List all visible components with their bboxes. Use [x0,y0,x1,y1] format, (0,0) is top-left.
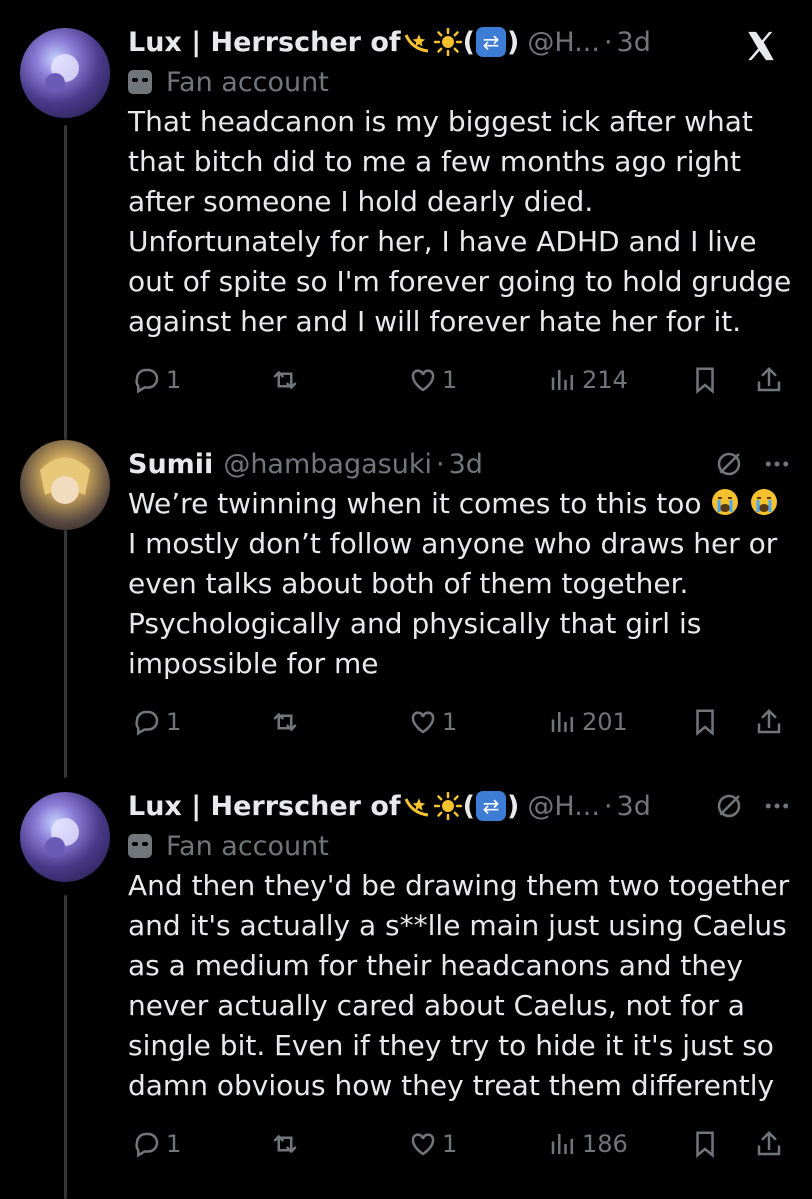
tweet-top-actions [714,786,792,826]
dizzy-comet-emoji [404,34,428,53]
sun-emoji [433,28,462,56]
like-icon [411,369,435,392]
tweet-actions: 1 1 201 [128,702,788,742]
like-count: 1 [442,1130,458,1158]
name-paren: ) [507,26,520,58]
x-logo-icon[interactable] [744,26,778,66]
reply-button[interactable]: 1 [132,1124,181,1164]
share-button[interactable] [754,702,784,742]
handle[interactable]: @H... [527,27,600,58]
bookmark-icon [696,1131,714,1158]
like-count: 1 [442,708,458,736]
like-button[interactable]: 1 [408,702,457,742]
bookmark-button[interactable] [690,360,720,400]
repost-button[interactable] [270,702,300,742]
timestamp[interactable]: 3d [617,27,651,58]
repost-icon [273,370,297,390]
timestamp[interactable]: 3d [449,449,483,480]
repost-icon [273,712,297,732]
tweet-top-actions [714,444,792,484]
views-button[interactable]: 186 [548,1124,628,1164]
dizzy-comet-emoji [404,798,428,817]
name-paren: ( [462,790,476,822]
tweet-header: Lux | Herrscher of ( ⇄ ) @H... · 3d [128,786,792,826]
separator: · [603,790,613,822]
name-paren: ) [507,790,520,822]
repost-icon [273,1134,297,1154]
tweet-text: And then they'd be drawing them two toge… [128,869,790,1102]
reply-button[interactable]: 1 [132,702,181,742]
fan-account-text: Fan account [166,66,329,98]
avatar[interactable] [20,440,110,530]
tweet-text-part: I mostly don’t follow anyone who draws h… [128,527,778,680]
bookmark-icon [696,367,714,394]
reply-button[interactable]: 1 [132,360,181,400]
grok-slash-icon[interactable] [714,449,744,479]
repeat-emoji: ⇄ [476,791,507,821]
crying-emoji [751,489,778,515]
view-count: 186 [582,1130,628,1158]
like-button[interactable]: 1 [408,360,457,400]
views-button[interactable]: 214 [548,360,628,400]
tweet-text: We’re twinning when it comes to this too… [128,484,792,684]
views-icon [551,370,573,390]
separator: · [435,448,445,480]
bookmark-button[interactable] [690,702,720,742]
share-button[interactable] [754,1124,784,1164]
bookmark-icon [696,709,714,736]
fan-account-label: Fan account [128,826,792,866]
thread-line [64,530,67,778]
share-icon [757,366,781,392]
like-icon [411,711,435,734]
handle[interactable]: @H... [527,791,600,822]
reply-icon [135,368,159,394]
fan-account-icon [128,834,152,858]
repost-button[interactable] [270,360,300,400]
share-icon [757,708,781,734]
share-button[interactable] [754,360,784,400]
views-icon [551,712,573,732]
like-icon [411,1133,435,1156]
tweet-header: Sumii @hambagasuki · 3d [128,444,792,484]
display-name[interactable]: Lux | Herrscher of [128,27,401,58]
reply-count: 1 [166,708,182,736]
grok-slash-icon[interactable] [714,791,744,821]
thread-line [64,125,67,440]
view-count: 201 [582,708,628,736]
views-icon [551,1134,573,1154]
display-name[interactable]: Lux | Herrscher of [128,791,401,822]
share-icon [757,1130,781,1156]
timestamp[interactable]: 3d [617,791,651,822]
separator: · [603,26,613,58]
sun-emoji [433,792,462,820]
fan-account-text: Fan account [166,830,329,862]
crying-emoji [712,489,739,515]
tweet-header: Lux | Herrscher of ( ⇄ ) @H... · 3d [128,22,792,62]
name-paren: ( [462,26,476,58]
fan-account-icon [128,70,152,94]
avatar[interactable] [20,28,110,118]
more-icon[interactable] [762,449,792,479]
more-icon[interactable] [762,791,792,821]
views-button[interactable]: 201 [548,702,628,742]
handle[interactable]: @hambagasuki [223,449,432,480]
reply-count: 1 [166,1130,182,1158]
display-name[interactable]: Sumii [128,449,213,480]
tweet-actions: 1 1 186 [128,1124,788,1164]
reply-icon [135,710,159,736]
bookmark-button[interactable] [690,1124,720,1164]
avatar[interactable] [20,792,110,882]
like-button[interactable]: 1 [408,1124,457,1164]
tweet-text-part: We’re twinning when it comes to this too [128,487,702,520]
view-count: 214 [582,366,628,394]
tweet-text: That headcanon is my biggest ick after w… [128,105,792,338]
repeat-emoji: ⇄ [476,27,507,57]
repost-button[interactable] [270,1124,300,1164]
fan-account-label: Fan account [128,62,792,102]
tweet-actions: 1 1 214 [128,360,788,400]
reply-count: 1 [166,366,182,394]
reply-icon [135,1132,159,1158]
thread-line [64,895,67,1199]
like-count: 1 [442,366,458,394]
